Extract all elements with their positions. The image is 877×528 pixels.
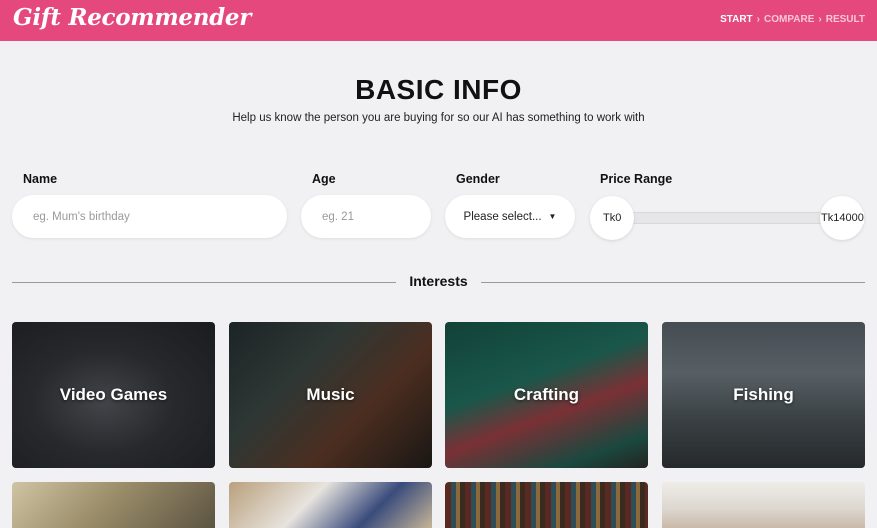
app-logo[interactable]: Gift Recommender	[13, 4, 251, 31]
interest-card[interactable]	[12, 482, 215, 528]
chevron-down-icon: ▼	[548, 212, 557, 221]
page-title: BASIC INFO	[355, 74, 522, 105]
age-input[interactable]	[301, 195, 431, 238]
price-range-label: Price Range	[600, 172, 673, 186]
chevron-right-icon: ›	[818, 14, 822, 25]
interest-card-label: Video Games	[59, 385, 168, 404]
interest-card-fishing[interactable]: Fishing	[662, 322, 865, 468]
top-bar: Gift Recommender START › COMPARE › RESULT	[0, 0, 877, 41]
interest-card-crafting[interactable]: Crafting	[445, 322, 648, 468]
step-start[interactable]: START	[720, 14, 753, 25]
step-compare[interactable]: COMPARE	[764, 14, 814, 25]
name-label: Name	[23, 172, 58, 186]
interest-card-label: Fishing	[733, 385, 794, 404]
age-field-wrapper	[301, 195, 431, 238]
interests-heading: Interests	[409, 273, 468, 289]
gender-selected-value: Please select...	[463, 210, 542, 223]
price-range-track[interactable]	[630, 212, 824, 224]
interest-card[interactable]	[445, 482, 648, 528]
interest-image	[445, 482, 648, 528]
age-label: Age	[312, 172, 336, 186]
interest-card-music[interactable]: Music	[229, 322, 432, 468]
interest-card[interactable]	[662, 482, 865, 528]
interest-card-video-games[interactable]: Video Games	[12, 322, 215, 468]
step-result[interactable]: RESULT	[826, 14, 865, 25]
interest-card-label: Music	[306, 385, 355, 404]
interest-image	[662, 482, 865, 528]
name-input[interactable]	[12, 195, 287, 238]
interest-card[interactable]	[229, 482, 432, 528]
gender-select[interactable]: Please select... ▼	[445, 195, 575, 238]
interest-image	[12, 482, 215, 528]
chevron-right-icon: ›	[756, 14, 761, 25]
name-field-wrapper	[12, 195, 287, 238]
step-breadcrumb: START › COMPARE › RESULT	[720, 14, 865, 25]
price-min-label: Tk0	[603, 212, 622, 224]
interest-image	[229, 482, 432, 528]
interest-card-label: Crafting	[513, 385, 580, 404]
gender-label: Gender	[456, 172, 500, 186]
page-subtitle: Help us know the person you are buying f…	[232, 112, 645, 124]
price-max-label: Tk14000	[821, 212, 864, 224]
